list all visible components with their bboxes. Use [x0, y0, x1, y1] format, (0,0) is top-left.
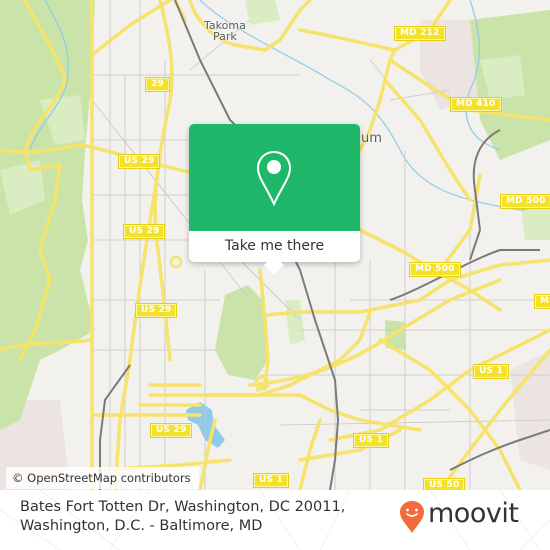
take-me-there-button[interactable]: Take me there [189, 231, 360, 262]
place-label-takoma-park: Takoma Park [204, 20, 246, 42]
route-shield-md-partial: MD [535, 295, 550, 308]
route-shield-us-50: US 50 [424, 479, 465, 490]
park-area [245, 0, 280, 25]
place-label-line: um [361, 131, 382, 146]
route-shield-md-410: MD 410 [451, 98, 501, 111]
place-label-line: Park [213, 30, 237, 43]
route-shield-us-1: US 1 [354, 434, 388, 447]
route-shield-us-29: US 29 [124, 225, 165, 238]
route-shield-md-500: MD 500 [501, 195, 550, 208]
route-shield-us-1: US 1 [254, 474, 288, 487]
map-pin-icon[interactable] [255, 150, 293, 206]
route-shield-us-29: US 29 [119, 155, 160, 168]
destination-popup: Take me there [189, 124, 360, 275]
moovit-logo[interactable]: moovit [398, 497, 538, 533]
attribution-text: © OpenStreetMap contributors [12, 471, 191, 485]
address-line-2: Washington, D.C. - Baltimore, MD [20, 518, 263, 534]
moovit-pin-icon [400, 501, 424, 533]
route-shield-us-1: US 1 [474, 365, 508, 378]
urban-area [510, 350, 550, 470]
route-shield-md-500: MD 500 [410, 263, 460, 276]
reservoir [186, 402, 225, 448]
route-shield-us-29: US 29 [151, 424, 192, 437]
popup-header [189, 124, 360, 231]
rock-creek-park [0, 0, 95, 430]
footer: Bates Fort Totten Dr, Washington, DC 200… [0, 490, 550, 550]
moovit-wordmark: moovit [428, 498, 519, 529]
address-text: Bates Fort Totten Dr, Washington, DC 200… [20, 498, 380, 536]
address-line-1: Bates Fort Totten Dr, Washington, DC 200… [20, 499, 346, 515]
route-shield-us-29: US 29 [136, 304, 177, 317]
park-area [285, 300, 305, 345]
route-shield-md-212: MD 212 [395, 27, 445, 40]
place-label-partial: um [361, 131, 382, 146]
route-shield-partial: 29 [146, 78, 169, 91]
park-area [215, 285, 268, 380]
roundabout [169, 255, 183, 269]
map-attribution[interactable]: © OpenStreetMap contributors [6, 467, 199, 489]
